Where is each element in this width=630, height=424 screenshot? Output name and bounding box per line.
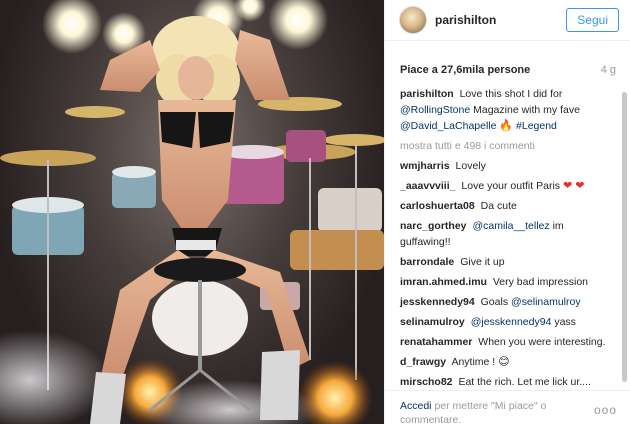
comment-username[interactable]: mirscho82 [400, 376, 453, 388]
comment-username[interactable]: selinamulroy [400, 316, 465, 328]
comment: renatahammer When you were interesting. [400, 334, 606, 350]
comment: d_frawgy Anytime ! 😊 [400, 354, 606, 370]
comment-username[interactable]: barrondale [400, 256, 454, 268]
login-link[interactable]: Accedi [400, 400, 432, 412]
comment-username[interactable]: narc_gorthey [400, 220, 467, 232]
comment-mention[interactable]: @camila__tellez [472, 220, 549, 232]
caption-text: Love this shot I did for [459, 88, 563, 100]
comment-username[interactable]: jesskennedy94 [400, 296, 475, 308]
post-sidebar: parishilton Segui Piace a 27,6mila perso… [384, 0, 630, 424]
comment-mention[interactable]: @jesskennedy94 [471, 316, 552, 328]
comment-text: Anytime ! [451, 356, 496, 368]
post-footer: Accedi per mettere "Mi piace" o commenta… [385, 390, 630, 424]
avatar[interactable] [399, 6, 427, 34]
comment-text: yass [554, 316, 576, 328]
more-options-icon[interactable]: ooo [594, 403, 617, 417]
comment: narc_gorthey @camila__tellez im guffawin… [400, 218, 606, 250]
comment-text: Love your outfit Paris [461, 180, 561, 192]
comment: carloshuerta08 Da cute [400, 198, 606, 214]
comment-username[interactable]: _aaavvviii_ [400, 180, 455, 192]
caption-hashtag[interactable]: #Legend [516, 120, 557, 132]
comment: jesskennedy94 Goals @selinamulroy [400, 294, 606, 310]
post-header: parishilton Segui [385, 0, 630, 41]
comment-list: parishilton Love this shot I did for @Ro… [400, 86, 606, 394]
caption-username[interactable]: parishilton [400, 88, 454, 100]
load-more-comments[interactable]: mostra tutti e 498 i commenti [400, 138, 606, 154]
comment-username[interactable]: renatahammer [400, 336, 472, 348]
comment: _aaavvviii_ Love your outfit Paris ❤ ❤ [400, 178, 606, 194]
comment-username[interactable]: d_frawgy [400, 356, 446, 368]
comment-mention[interactable]: @selinamulroy [511, 296, 581, 308]
comment: wmjharris Lovely [400, 158, 606, 174]
comments-scrollbar[interactable] [622, 92, 627, 382]
likes-count[interactable]: Piace a 27,6mila persone [400, 64, 530, 76]
post-age[interactable]: 4 g [601, 64, 616, 76]
comment-text: Eat the rich. Let me lick ur.... [458, 376, 591, 388]
smile-emoji-icon: 😊 [498, 356, 510, 368]
comment: selinamulroy @jesskennedy94 yass [400, 314, 606, 330]
post-photo[interactable] [0, 0, 384, 424]
comment-username[interactable]: imran.ahmed.imu [400, 276, 487, 288]
comment: mirscho82 Eat the rich. Let me lick ur..… [400, 374, 606, 390]
comment-text: Goals [480, 296, 509, 308]
follow-button[interactable]: Segui [566, 8, 619, 32]
post-username[interactable]: parishilton [435, 13, 496, 27]
login-prompt: Accedi per mettere "Mi piace" o commenta… [400, 399, 575, 424]
comment-text: Very bad impression [492, 276, 589, 288]
caption-text-2: Magazine with my fave [473, 104, 580, 116]
instagram-post: parishilton Segui Piace a 27,6mila perso… [0, 0, 630, 424]
comment-text: Lovely [455, 160, 486, 172]
comment-text: When you were interesting. [478, 336, 606, 348]
photo-illustration [0, 0, 384, 424]
fire-emoji-icon: 🔥 [499, 120, 514, 132]
caption-mention-lachapelle[interactable]: @David_LaChapelle [400, 120, 496, 132]
comment-text: Give it up [460, 256, 505, 268]
comment-text: Da cute [480, 200, 517, 212]
caption-mention-rollingstone[interactable]: @RollingStone [400, 104, 470, 116]
heart-emoji-icon: ❤ ❤ [562, 180, 585, 192]
comment: barrondale Give it up [400, 254, 606, 270]
comment-username[interactable]: carloshuerta08 [400, 200, 475, 212]
caption: parishilton Love this shot I did for @Ro… [400, 86, 606, 134]
comment: imran.ahmed.imu Very bad impression [400, 274, 606, 290]
comment-username[interactable]: wmjharris [400, 160, 450, 172]
